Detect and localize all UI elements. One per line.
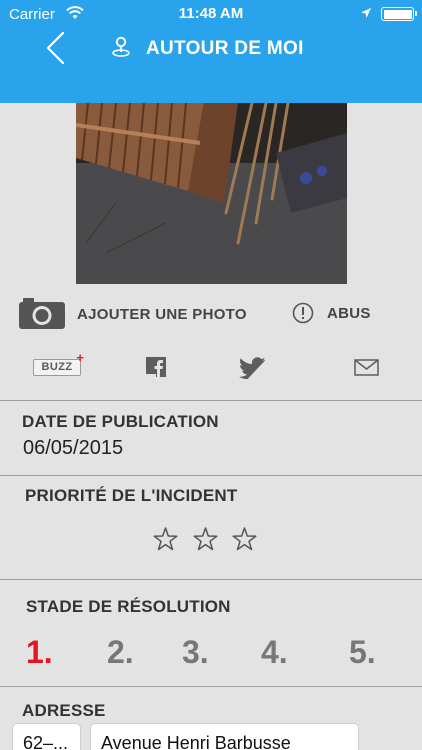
buzz-icon[interactable]: BUZZ +: [33, 351, 84, 378]
publication-date-label: DATE DE PUBLICATION: [22, 412, 219, 431]
star-icon[interactable]: [231, 526, 258, 553]
incident-photo[interactable]: [76, 103, 347, 284]
buzz-plus: +: [76, 350, 84, 365]
resolution-stage-3[interactable]: 3.: [182, 634, 209, 671]
resolution-stage-1[interactable]: 1.: [26, 634, 53, 671]
divider: [0, 475, 422, 476]
report-abuse-button[interactable]: ABUS: [327, 305, 371, 322]
resolution-stage-2[interactable]: 2.: [107, 634, 134, 671]
priority-rating: [152, 526, 262, 554]
exclamation-circle-icon[interactable]: [292, 302, 314, 324]
camera-icon[interactable]: [18, 296, 66, 330]
page-title: AUTOUR DE MOI: [146, 38, 304, 59]
street-number-field[interactable]: 62–...: [12, 723, 81, 750]
chevron-left-icon[interactable]: [38, 30, 74, 66]
buzz-label: BUZZ: [33, 359, 81, 376]
add-photo-button[interactable]: AJOUTER UNE PHOTO: [77, 306, 247, 323]
status-time: 11:48 AM: [178, 5, 244, 22]
status-bar: Carrier 11:48 AM: [0, 0, 422, 30]
map-pin-icon: [112, 36, 130, 57]
publication-date-value: 06/05/2015: [23, 437, 124, 459]
street-name-field[interactable]: Avenue Henri Barbusse: [90, 723, 359, 750]
location-arrow-icon: [361, 8, 371, 18]
facebook-icon[interactable]: [146, 357, 166, 377]
navigation-header: Carrier 11:48 AM AUTOUR DE MOI: [0, 0, 422, 103]
divider: [0, 400, 422, 401]
resolution-stage-5[interactable]: 5.: [349, 634, 376, 671]
star-icon[interactable]: [152, 526, 179, 553]
divider: [0, 686, 422, 687]
resolution-stage-4[interactable]: 4.: [261, 634, 288, 671]
battery-icon: [381, 7, 417, 21]
mail-icon[interactable]: [354, 359, 379, 376]
resolution-stage-label: STADE DE RÉSOLUTION: [26, 597, 231, 616]
address-label: ADRESSE: [22, 701, 106, 720]
star-icon[interactable]: [192, 526, 219, 553]
priority-label: PRIORITÉ DE L'INCIDENT: [25, 486, 238, 505]
twitter-icon[interactable]: [239, 357, 268, 379]
divider: [0, 579, 422, 580]
